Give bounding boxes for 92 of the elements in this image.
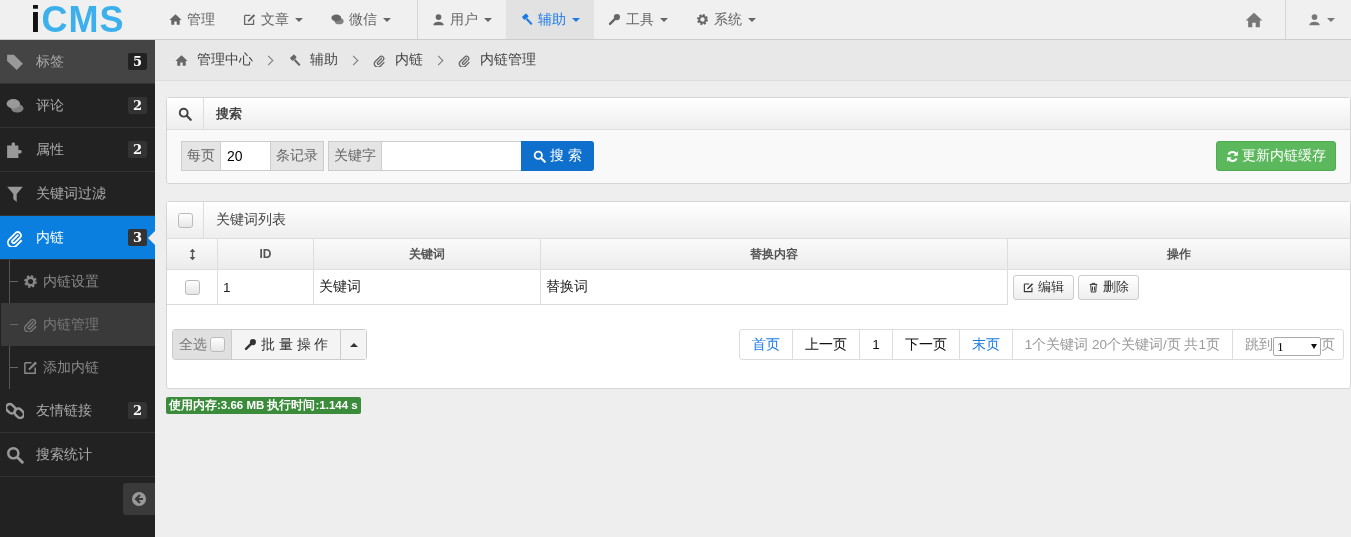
caret-icon: [383, 17, 391, 22]
input-addon: 条记录: [270, 141, 324, 171]
caret-icon: [484, 17, 492, 22]
link-icon: [6, 401, 24, 420]
sidebar-subitem[interactable]: 内链设置: [10, 260, 155, 303]
nav-menu-item[interactable]: 系统: [682, 0, 770, 39]
user-icon: [432, 13, 445, 26]
gear-icon: [696, 13, 709, 26]
breadcrumb-link[interactable]: 内链管理: [458, 51, 536, 69]
chat-icon: [331, 13, 344, 26]
page-link[interactable]: 下一页: [892, 330, 960, 359]
caret-icon: [748, 17, 756, 22]
gavel-icon: [288, 53, 301, 67]
page-select[interactable]: 1: [1273, 337, 1321, 356]
table-cell: 替换词: [540, 269, 1008, 305]
page-link[interactable]: 末页: [959, 330, 1013, 359]
breadcrumb-link[interactable]: 管理中心: [175, 51, 253, 69]
edit-icon: [1023, 281, 1034, 293]
edit-button[interactable]: 编辑: [1013, 274, 1074, 300]
nav-menu-item[interactable]: 微信: [317, 0, 405, 39]
paperclip-icon: [373, 53, 386, 67]
caret-icon: [572, 17, 580, 22]
page-link[interactable]: 1: [860, 330, 893, 359]
paperclip-icon: [6, 228, 24, 247]
wrench-icon: [608, 13, 621, 26]
breadcrumb-link[interactable]: 辅助: [288, 51, 338, 69]
page-link[interactable]: 首页: [740, 330, 794, 359]
edit-icon: [243, 13, 256, 26]
home-icon: [1245, 10, 1263, 29]
table-cell: 关键词: [313, 269, 541, 305]
sidebar-item[interactable]: 标签 5: [0, 40, 155, 84]
gear-icon: [23, 274, 38, 289]
edit-icon: [23, 360, 38, 375]
tag-icon: [6, 52, 24, 71]
count-badge: 2: [127, 402, 147, 419]
performance-stats: 使用内存:3.66 MB 执行时间:1.144 s: [166, 397, 361, 414]
column-header[interactable]: ID: [217, 239, 314, 270]
search-icon: [6, 445, 24, 464]
page-link[interactable]: 上一页: [793, 330, 861, 359]
sidebar-item[interactable]: 内链 3: [0, 216, 155, 260]
caret-icon: [660, 17, 668, 22]
caret-icon: [1311, 344, 1317, 349]
paperclip-icon: [23, 317, 38, 332]
panel-title: 关键词列表: [215, 211, 286, 229]
pagination-info: 1个关键词 20个关键词/页 共1页: [1012, 330, 1233, 359]
count-badge: 5: [127, 53, 147, 70]
sidebar-item[interactable]: 搜索统计: [0, 433, 155, 477]
column-header[interactable]: 替换内容: [540, 239, 1008, 270]
search-icon: [533, 149, 546, 163]
checkbox[interactable]: [184, 279, 200, 295]
input-addon: 每页: [181, 141, 221, 171]
refresh-icon: [1226, 149, 1239, 163]
search-button[interactable]: 搜 索: [521, 141, 594, 171]
nav-menu-item[interactable]: 工具: [594, 0, 682, 39]
count-badge: 2: [127, 141, 147, 158]
caret-icon: [295, 17, 303, 22]
trash-icon: [1088, 281, 1099, 293]
puzzle-icon: [6, 140, 24, 159]
home-icon: [169, 13, 182, 26]
home-icon: [175, 53, 188, 67]
column-header[interactable]: 关键词: [313, 239, 541, 270]
caret-icon: [1327, 17, 1335, 22]
collapse-sidebar-button[interactable]: [123, 483, 155, 515]
sidebar-item[interactable]: 属性 2: [0, 128, 155, 172]
breadcrumb-link[interactable]: 内链: [373, 51, 423, 69]
table-cell: 1: [217, 269, 314, 305]
panel-title: 搜索: [215, 104, 242, 123]
filter-icon: [6, 184, 24, 203]
arrow-left-icon: [131, 491, 147, 507]
nav-menu-item[interactable]: 管理: [155, 0, 229, 39]
gavel-icon: [520, 13, 533, 26]
delete-button[interactable]: 删除: [1078, 274, 1139, 300]
checkbox[interactable]: [177, 212, 193, 228]
paperclip-icon: [458, 53, 471, 67]
jump-label: 跳到: [1245, 335, 1273, 354]
count-badge: 3: [127, 229, 147, 246]
per-page-field[interactable]: 20: [221, 141, 270, 171]
user-icon: [1308, 13, 1321, 26]
sidebar-item[interactable]: 友情链接 2: [0, 389, 155, 433]
keyword-field[interactable]: [382, 141, 521, 171]
jump-label: 页: [1321, 335, 1335, 354]
sidebar-item[interactable]: 评论 2: [0, 84, 155, 128]
column-header[interactable]: 操作: [1007, 239, 1350, 270]
nav-menu-item[interactable]: 文章: [229, 0, 317, 39]
chat-icon: [6, 96, 24, 115]
count-badge: 2: [127, 97, 147, 114]
active-pointer-icon: [148, 231, 155, 245]
sidebar-subitem[interactable]: 添加内链: [10, 346, 155, 389]
search-icon: [178, 106, 192, 121]
input-addon: 关键字: [328, 141, 382, 171]
column-header[interactable]: [167, 239, 218, 270]
logo[interactable]: iCMS: [0, 0, 155, 39]
